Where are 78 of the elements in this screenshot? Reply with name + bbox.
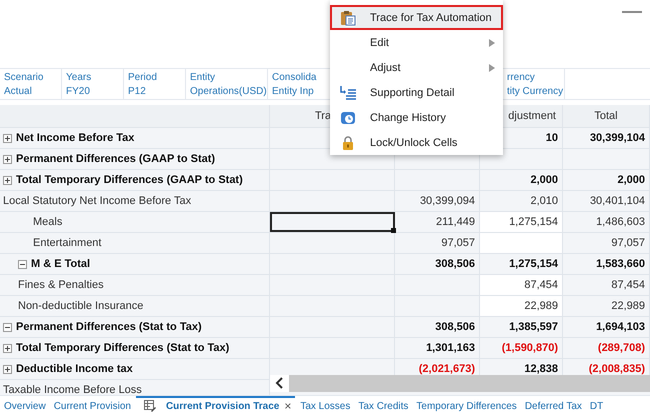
close-button[interactable]: × (284, 399, 292, 413)
input-cell[interactable] (270, 212, 395, 232)
expand-icon[interactable] (3, 364, 12, 374)
pov-label: Scenario (4, 72, 44, 82)
row-label: Fines & Penalties (18, 279, 104, 291)
tab[interactable]: Temporary Differences (412, 396, 521, 414)
table-cell: 1,694,103 (563, 317, 650, 337)
row-label: Total Temporary Differences (Stat to Tax) (16, 342, 230, 354)
list-icon (340, 84, 356, 100)
table-cell: (1,590,870) (480, 338, 563, 358)
pov-label: rrency (507, 72, 536, 82)
table-cell: 2,000 (480, 170, 563, 190)
clock-icon (340, 110, 356, 126)
table-cell: 308,506 (395, 317, 480, 337)
pov-value[interactable]: FY20 (66, 86, 123, 96)
table-cell: 22,989 (563, 296, 650, 316)
expand-icon[interactable] (3, 154, 12, 164)
table-cell: 1,301,163 (395, 338, 480, 358)
menu-item[interactable]: Trace for Tax Automation (330, 5, 503, 30)
input-cell[interactable]: 1,275,154 (480, 212, 563, 232)
column-header: Total (563, 105, 650, 127)
menu-item[interactable]: Change History (330, 105, 503, 130)
table-cell: 2,000 (563, 170, 650, 190)
grid-edit-icon (144, 400, 156, 412)
tab[interactable]: Current Provision Trace × (136, 396, 296, 414)
table-cell: (289,708) (563, 338, 650, 358)
tab[interactable]: Overview (0, 396, 50, 414)
table-cell: 97,057 (563, 233, 650, 253)
collapse-icon[interactable] (3, 322, 12, 332)
table-cell: 308,506 (395, 254, 480, 274)
table-cell: 1,275,154 (480, 254, 563, 274)
row-label: Local Statutory Net Income Before Tax (3, 195, 192, 207)
table-cell: 30,401,104 (563, 191, 650, 211)
minimize-icon[interactable] (622, 10, 642, 14)
menu-item[interactable]: Edit (330, 30, 503, 55)
table-cell: 30,399,104 (563, 128, 650, 148)
pov-label: Years (66, 72, 92, 82)
lock-icon (340, 134, 356, 150)
menu-item[interactable]: Supporting Detail (330, 80, 503, 105)
row-label: Non-deductible Insurance (18, 300, 144, 312)
row-label: Net Income Before Tax (16, 132, 134, 144)
pov-label: Consolida (272, 72, 318, 82)
tab[interactable]: Tax Losses (296, 396, 354, 414)
row-label: Total Temporary Differences (GAAP to Stat) (16, 174, 243, 186)
row-label: Deductible Income tax (16, 363, 133, 375)
clipboard-icon (340, 10, 356, 26)
scroll-left-icon[interactable] (274, 377, 285, 389)
row-label: Permanent Differences (Stat to Tax) (16, 321, 202, 333)
row-label: M & E Total (31, 258, 90, 270)
input-cell[interactable]: 22,989 (480, 296, 563, 316)
table-cell: 87,454 (563, 275, 650, 295)
tab[interactable]: Deferred Tax (520, 396, 586, 414)
table-cell: 1,583,660 (563, 254, 650, 274)
table-cell: 1,486,603 (563, 212, 650, 232)
tab[interactable]: Tax Credits (354, 396, 412, 414)
row-label: Taxable Income Before Loss (3, 384, 142, 395)
pov-value[interactable]: Actual (4, 86, 61, 96)
horizontal-scrollbar[interactable] (270, 375, 650, 392)
row-label: Meals (33, 216, 62, 228)
table-cell: 30,399,094 (395, 191, 480, 211)
menu-item[interactable]: Adjust (330, 55, 503, 80)
pov-value[interactable]: P12 (128, 86, 185, 96)
expand-icon[interactable] (3, 344, 12, 352)
row-label: Entertainment (33, 237, 102, 249)
table-cell: 1,385,597 (480, 317, 563, 337)
input-cell[interactable]: 87,454 (480, 275, 563, 295)
tab[interactable]: Current Provision (50, 396, 135, 414)
expand-icon[interactable] (3, 176, 12, 184)
pov-label: Period (128, 72, 158, 82)
expand-icon[interactable] (3, 134, 12, 142)
menu-item[interactable]: Lock/Unlock Cells (330, 130, 503, 155)
tab[interactable]: DT (586, 396, 608, 414)
pov-value[interactable]: Operations(USD) (190, 86, 267, 96)
table-cell: 2,010 (480, 191, 563, 211)
pov-label: Entity (190, 72, 216, 82)
collapse-icon[interactable] (18, 260, 27, 268)
pov-value[interactable]: tity Currency (507, 86, 564, 96)
row-label: Permanent Differences (GAAP to Stat) (16, 153, 216, 165)
